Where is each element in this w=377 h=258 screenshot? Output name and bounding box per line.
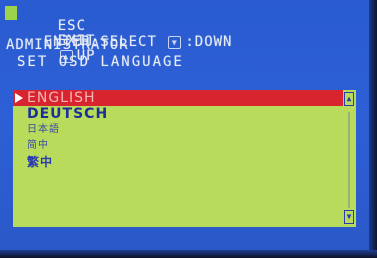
down-arrow-key-icon: ▼ bbox=[168, 36, 182, 49]
language-label: DEUTSCH bbox=[27, 106, 109, 122]
language-label: 繁中 bbox=[27, 155, 54, 169]
language-option-english[interactable]: ENGLISH bbox=[13, 90, 343, 106]
scroll-up-icon[interactable]: ▲ bbox=[344, 92, 354, 106]
scroll-down-icon[interactable]: ▼ bbox=[344, 210, 354, 224]
admin-title: ADMINISTRATOR bbox=[6, 37, 129, 53]
selection-arrow-icon bbox=[15, 93, 23, 103]
language-option-japanese[interactable]: 日本語 bbox=[13, 122, 343, 138]
monitor-bezel-bottom bbox=[0, 250, 377, 258]
status-indicator bbox=[5, 6, 17, 20]
menu-title: SET OSD LANGUAGE bbox=[17, 54, 184, 70]
scroll-track[interactable] bbox=[348, 112, 350, 208]
monitor-bezel-right bbox=[369, 0, 377, 258]
language-label: ENGLISH bbox=[27, 90, 96, 106]
language-option-traditional-chinese[interactable]: 繁中 bbox=[13, 154, 343, 170]
language-label: 日本語 bbox=[27, 124, 60, 135]
language-option-simplified-chinese[interactable]: 简中 bbox=[13, 138, 343, 154]
language-list-panel: ENGLISH DEUTSCH 日本語 简中 繁中 ▲ ▼ bbox=[13, 90, 356, 227]
language-option-deutsch[interactable]: DEUTSCH bbox=[13, 106, 343, 122]
language-scrollbar[interactable]: ▲ ▼ bbox=[343, 90, 356, 227]
down-label: DOWN bbox=[194, 34, 233, 50]
osd-screen: ESC EXIT ▲ UP ENTER:SELECT ▼:DOWN ADMINIS… bbox=[0, 0, 377, 258]
language-label: 简中 bbox=[27, 140, 49, 151]
